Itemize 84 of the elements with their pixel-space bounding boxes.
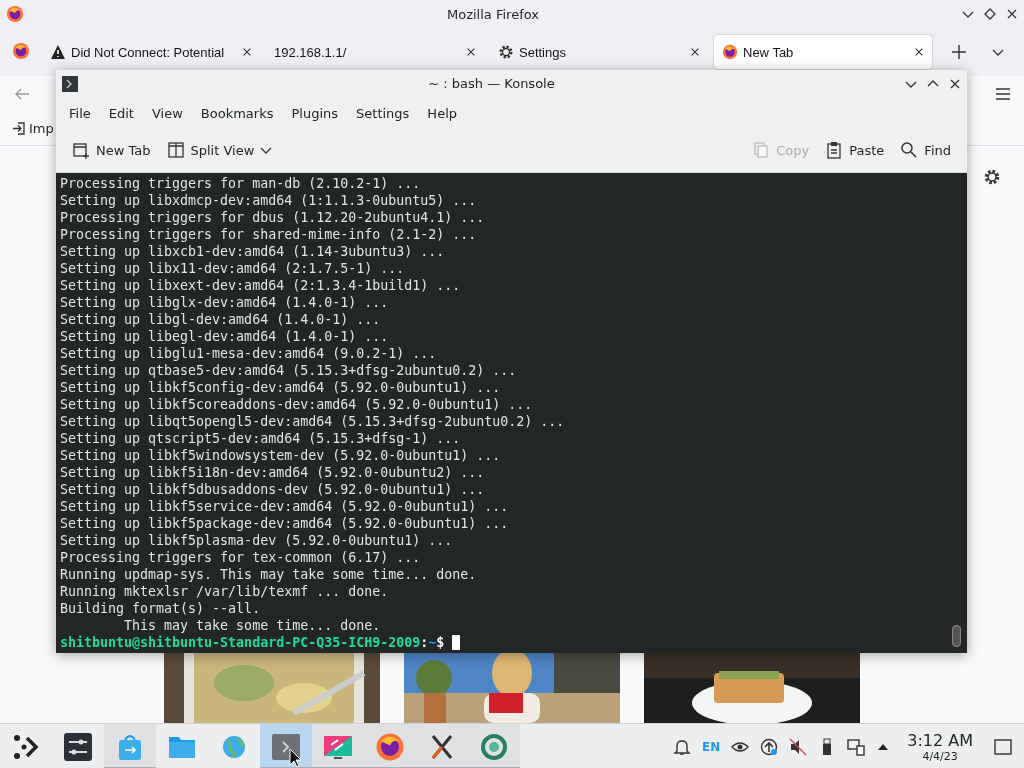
terminal-line: Setting up libglx-dev:amd64 (1.4.0-1) ... <box>60 294 390 311</box>
bell-icon[interactable] <box>673 737 691 756</box>
muted-speaker-icon[interactable] <box>789 737 808 756</box>
terminal-line: Setting up libkf5i18n-dev:amd64 (5.92.0-0ubuntu2) ... <box>60 464 486 481</box>
terminal-line: Processing triggers for dbus (1.12.20-2ubuntu4.1) ... <box>60 209 486 226</box>
browser-tab[interactable]: Settings <box>490 35 708 69</box>
terminal-line: Processing triggers for man-db (2.10.2-1) ... <box>60 175 422 192</box>
toolbar-button[interactable]: New Tab <box>64 135 159 166</box>
firefox-icon <box>375 731 405 762</box>
menu-item[interactable]: View <box>142 101 192 125</box>
firefox-view-icon[interactable] <box>12 41 30 60</box>
clock-date[interactable]: 4/4/23 <box>922 749 958 763</box>
split-view-icon <box>166 141 185 160</box>
clipboard-icon <box>825 141 844 160</box>
sliders-icon <box>63 731 93 762</box>
terminal-line: Running mktexlsr /var/lib/texmf ... done. <box>60 583 390 600</box>
terminal-line: Setting up libxdmcp-dev:amd64 (1:1.1.3-0ubuntu5) ... <box>60 192 478 209</box>
new-tab-icon <box>72 141 90 160</box>
terminal-icon <box>271 731 301 762</box>
menu-item[interactable]: Bookmarks <box>191 101 283 125</box>
menu-item[interactable]: Help <box>418 101 466 125</box>
copy-icon <box>752 141 771 160</box>
clock-time[interactable]: 3:12 AM <box>907 730 973 750</box>
terminal-line: Running updmap-sys. This may take some time... done. <box>60 566 478 583</box>
bookmark-label[interactable]: Imp <box>29 121 54 136</box>
tab-close-icon[interactable] <box>914 47 924 57</box>
terminal-line: Setting up libxcb1-dev:amd64 (1.14-3ubuntu3) ... <box>60 243 446 260</box>
window-title: ~ : bash — Konsole <box>427 76 556 92</box>
terminal-line: Processing triggers for tex-common (6.17) ... <box>60 549 422 566</box>
browser-tab[interactable]: Did Not Connect: Potential <box>42 35 260 69</box>
terminal-line: Setting up libegl-dev:amd64 (1.4.0-1) ... <box>60 328 390 345</box>
browser-tab[interactable]: 192.168.1.1/ <box>266 35 484 69</box>
terminal-line: Setting up libkf5plasma-dev (5.92.0-0ubuntu1) ... <box>60 532 454 549</box>
network-icon[interactable] <box>847 737 866 756</box>
toolbar-button[interactable]: Split View <box>158 135 281 166</box>
terminal-line: Building format(s) --all. <box>60 600 262 617</box>
terminal-icon <box>62 75 78 92</box>
terminal-line: This may take some time... done. <box>123 617 382 634</box>
firefox-logo-icon <box>6 5 24 23</box>
ring-icon <box>479 731 509 762</box>
terminal-line: Setting up libglu1-mesa-dev:amd64 (9.0.2-1) ... <box>60 345 438 362</box>
toolbar-button[interactable]: Find <box>892 135 959 166</box>
close-icon[interactable] <box>949 77 961 90</box>
toolbar-button[interactable]: Paste <box>817 135 893 166</box>
firefox-icon <box>722 44 738 60</box>
tab-close-icon[interactable] <box>690 47 700 57</box>
terminal-line: Setting up libkf5service-dev:amd64 (5.92.0-0ubuntu1) ... <box>60 498 510 515</box>
terminal-line: Setting up libkf5config-dev:amd64 (5.92.0-0ubuntu1) ... <box>60 379 502 396</box>
terminal-line: Setting up libxext-dev:amd64 (2:1.3.4-1build1) ... <box>60 277 462 294</box>
terminal-line: Setting up libqt5opengl5-dev:amd64 (5.15.3+dfsg-2ubuntu0.2) ... <box>60 413 566 430</box>
text-cursor <box>452 635 461 650</box>
import-icon <box>12 122 25 135</box>
settings-icon[interactable] <box>983 168 1001 186</box>
menu-item[interactable]: Edit <box>99 101 143 125</box>
maximize-icon[interactable] <box>984 8 996 20</box>
terminal-line: Setting up libkf5package-dev:amd64 (5.92.0-0ubuntu1) ... <box>60 515 510 532</box>
tab-close-icon[interactable] <box>466 47 476 57</box>
mouse-pointer-icon <box>289 748 301 768</box>
terminal-line: Setting up qtbase5-dev:amd64 (5.15.3+dfsg-2ubuntu0.2) ... <box>60 362 518 379</box>
scrollbar-handle[interactable] <box>952 625 961 647</box>
browser-tab[interactable]: New Tab <box>714 35 932 69</box>
menu-item[interactable]: File <box>60 101 100 125</box>
tab-close-icon[interactable] <box>242 47 252 57</box>
menu-item[interactable]: Settings <box>347 101 419 125</box>
terminal-line: Setting up libgl-dev:amd64 (1.4.0-1) ... <box>60 311 382 328</box>
show-desktop-icon[interactable] <box>994 738 1012 755</box>
terminal-line: Setting up libx11-dev:amd64 (2:1.7.5-1) ... <box>60 260 406 277</box>
new-tab-icon[interactable] <box>952 45 966 59</box>
terminal-line: Processing triggers for shared-mime-info (2.1-2) ... <box>60 226 478 243</box>
upload-icon[interactable] <box>760 737 779 756</box>
window-title: Mozilla Firefox <box>446 6 540 22</box>
terminal-line: Setting up libkf5coreaddons-dev:amd64 (5.92.0-0ubuntu1) ... <box>60 396 534 413</box>
shell-prompt: shitbuntu@shitbuntu-Standard-PC-Q35-ICH9-2009:~$ <box>60 634 445 651</box>
terminal-line: Setting up libkf5windowsystem-dev (5.92.0-0ubuntu1) ... <box>60 447 502 464</box>
terminal-line: Setting up libkf5dbusaddons-dev (5.92.0-0ubuntu1) ... <box>60 481 486 498</box>
search-icon <box>900 141 919 160</box>
menu-item[interactable]: Plugins <box>282 101 348 125</box>
settings-icon <box>498 44 514 60</box>
menu-icon[interactable] <box>996 88 1010 100</box>
terminal-line: Setting up qtscript5-dev:amd64 (5.15.3+dfsg-1) ... <box>60 430 462 447</box>
back-arrow-icon[interactable] <box>14 86 30 102</box>
close-icon[interactable] <box>1006 8 1018 20</box>
warning-icon <box>50 44 66 60</box>
taskbar-button[interactable] <box>260 724 312 768</box>
